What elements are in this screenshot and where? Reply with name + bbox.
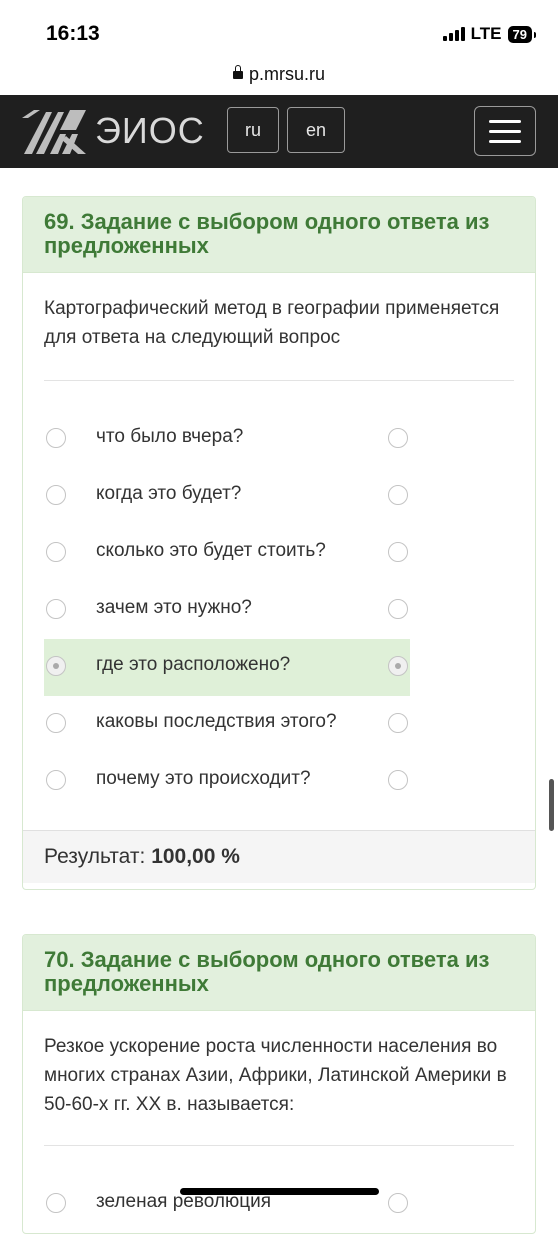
radio-indicator	[388, 770, 408, 790]
radio-indicator	[388, 713, 408, 733]
scrollbar[interactable]	[549, 779, 554, 831]
radio-indicator-checked	[388, 656, 408, 676]
answer-option[interactable]: что было вчера?	[23, 411, 535, 468]
radio-indicator	[388, 1193, 408, 1213]
answer-option[interactable]: зачем это нужно?	[23, 582, 535, 639]
radio-indicator	[388, 599, 408, 619]
result-value: 100,00 %	[151, 845, 240, 868]
hamburger-menu-button[interactable]	[474, 106, 536, 156]
home-indicator[interactable]	[180, 1188, 379, 1195]
lock-icon	[232, 65, 243, 79]
logo-icon[interactable]	[20, 104, 88, 158]
url-text: p.mrsu.ru	[248, 64, 326, 84]
battery-icon: 79	[507, 25, 537, 43]
answer-label: когда это будет?	[96, 483, 242, 504]
lang-en-button[interactable]: en	[287, 107, 345, 153]
menu-icon-bar	[489, 129, 521, 133]
answer-label: где это расположено?	[96, 654, 291, 675]
radio-button[interactable]	[46, 770, 66, 790]
question-text: Резкое ускорение роста численности насел…	[44, 1036, 507, 1115]
answer-label: что было вчера?	[96, 426, 244, 447]
radio-button-checked[interactable]	[46, 656, 66, 676]
status-bar: 16:13 LTE 79	[0, 0, 558, 62]
answer-options: что было вчера? когда это будет? сколько…	[23, 381, 535, 810]
radio-indicator	[388, 428, 408, 448]
status-indicators: LTE 79	[442, 24, 537, 44]
url-bar[interactable]: p.mrsu.ru	[0, 64, 558, 85]
question-text: Картографический метод в географии приме…	[44, 298, 500, 348]
radio-button[interactable]	[46, 1193, 66, 1213]
radio-indicator	[388, 485, 408, 505]
radio-button[interactable]	[46, 428, 66, 448]
network-type: LTE	[470, 24, 502, 43]
answer-option[interactable]: сколько это будет стоить?	[23, 525, 535, 582]
question-title: 70. Задание с выбором одного ответа из п…	[23, 935, 535, 1011]
answer-label: каковы последствия этого?	[96, 711, 337, 732]
answer-option[interactable]: когда это будет?	[23, 468, 535, 525]
site-navbar: ЭИОС ru en	[0, 95, 558, 168]
radio-button[interactable]	[46, 713, 66, 733]
radio-button[interactable]	[46, 485, 66, 505]
radio-button[interactable]	[46, 542, 66, 562]
answer-option[interactable]: каковы последствия этого?	[23, 696, 535, 753]
question-card-69: 69. Задание с выбором одного ответа из п…	[22, 196, 536, 890]
answer-option[interactable]: почему это происходит?	[23, 753, 535, 810]
answer-option-selected[interactable]: где это расположено?	[23, 639, 535, 696]
result-bar: Результат: 100,00 %	[23, 830, 535, 883]
status-time: 16:13	[46, 22, 100, 45]
signal-icon	[442, 27, 465, 41]
radio-indicator	[388, 542, 408, 562]
logo-text: ЭИОС	[95, 110, 205, 151]
answer-option[interactable]: зеленая революция	[23, 1176, 535, 1233]
answer-label: зачем это нужно?	[96, 597, 252, 618]
menu-icon-bar	[489, 119, 521, 123]
lang-ru-button[interactable]: ru	[227, 107, 279, 153]
answer-label: сколько это будет стоить?	[96, 540, 326, 561]
answer-label: почему это происходит?	[96, 768, 311, 789]
question-title: 69. Задание с выбором одного ответа из п…	[23, 197, 535, 273]
radio-button[interactable]	[46, 599, 66, 619]
result-label: Результат:	[44, 845, 146, 868]
menu-icon-bar	[489, 139, 521, 143]
